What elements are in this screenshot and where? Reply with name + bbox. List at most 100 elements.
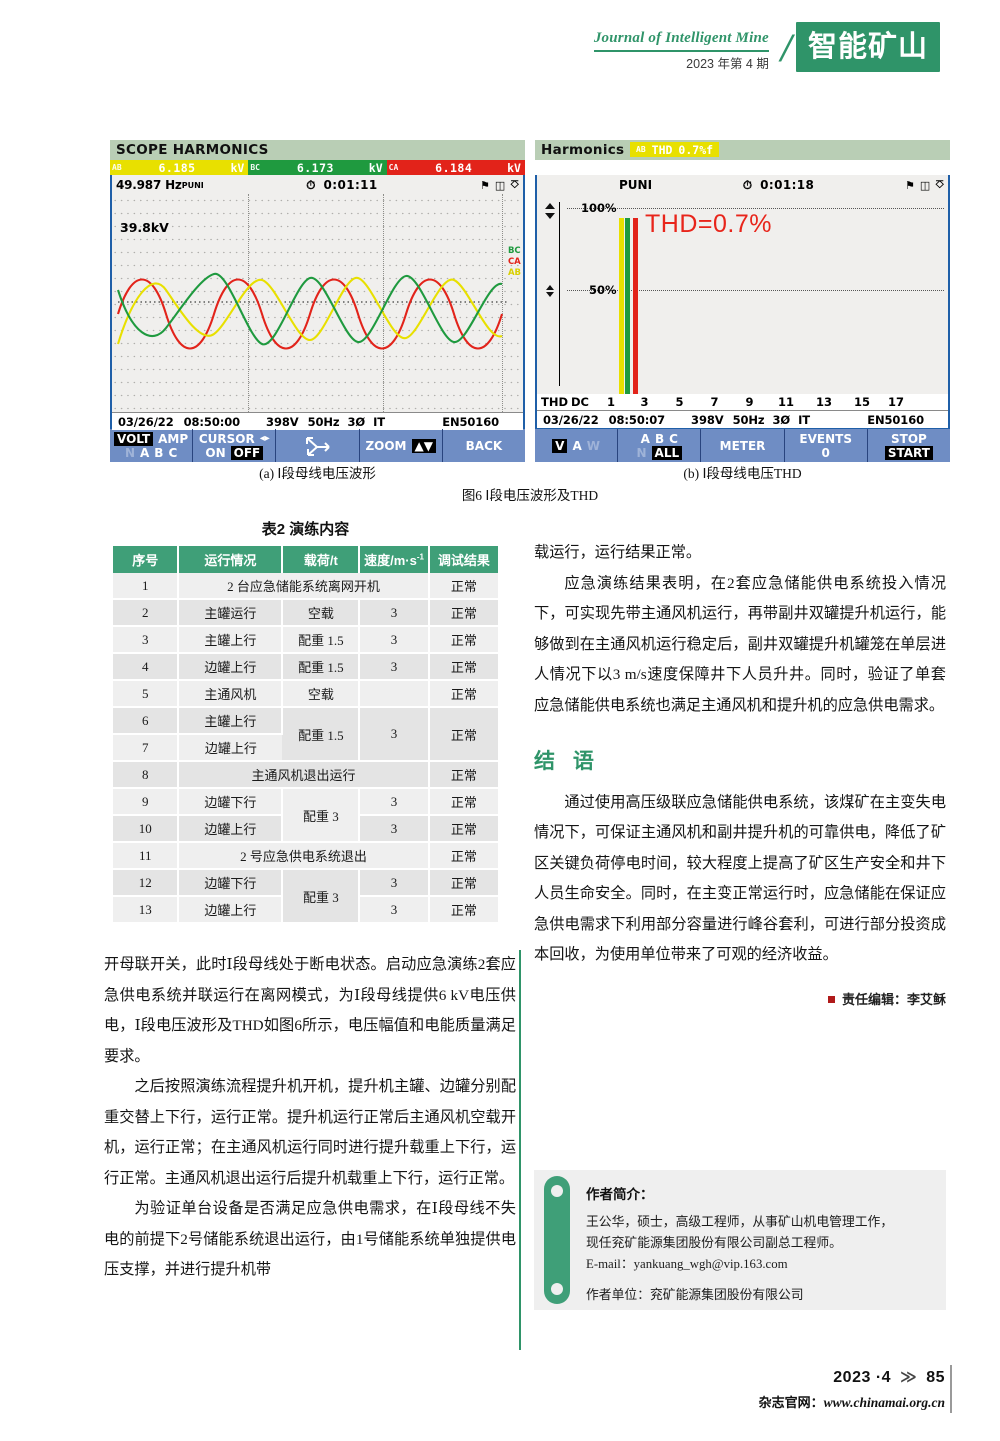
cell-speed: 3 — [359, 896, 430, 924]
softkey-phase-n: N — [636, 445, 647, 460]
cell-operation: 主罐运行 — [178, 599, 284, 627]
footer-site-line: 杂志官网：www.chinamai.org.cn — [759, 1392, 945, 1411]
harmonic-bar-1-bc — [625, 218, 630, 394]
phase-ca-value: 6.184 — [435, 160, 473, 175]
cell-no: 1 — [113, 573, 180, 600]
phase-bc-unit: kV — [368, 160, 383, 175]
softkey-phase-a: A — [640, 431, 650, 446]
softkey-cursor-on: ON — [205, 445, 226, 460]
waveform-plot: 39.8kV BC CA AB — [112, 194, 523, 412]
move-arrows-icon — [305, 436, 330, 456]
softkey-phase-c: C — [669, 431, 678, 446]
left-paragraph-2: 之后按照演练流程提升机开机，提升机主罐、边罐分别配重交替上下行，运行正常。提升机… — [104, 1078, 516, 1187]
figure-caption-main: 图6 Ⅰ段电压波形及THD — [461, 488, 599, 503]
status-time: 08:50:00 — [183, 414, 241, 429]
cell-no: 11 — [113, 842, 180, 870]
cell-load: 空载 — [282, 599, 361, 627]
softkey-zoom[interactable]: ZOOM ▲▼ — [360, 429, 443, 462]
phase-bc-tag: BC — [250, 163, 260, 172]
softkey-volt-amp[interactable]: VOLT AMP NABC — [110, 429, 194, 462]
waveform-phase-labels: BC CA AB — [508, 246, 521, 279]
frequency-reading: 49.987 Hz — [116, 178, 182, 192]
left-paragraph-3: 为验证单台设备是否满足应急供电需求，在Ⅰ段母线不失电的前提下2号储能系统退出运行… — [104, 1200, 516, 1278]
meter-right-topline: PUNI ⏱ 0:01:18 ⚑ ◫ ⎏ — [537, 175, 948, 194]
softkey-events[interactable]: EVENTS 0 — [785, 429, 868, 462]
softkey-stop-start[interactable]: STOP START — [868, 429, 950, 462]
editor-bullet-icon — [827, 995, 835, 1003]
flag-icon-right: ⚑ — [905, 178, 915, 192]
drill-content-table: 序号 运行情况 载荷/t 速度/m·s-1 调试结果 1 2 台应急储能系统离网… — [113, 546, 498, 924]
status-phase-right: 3Ø — [772, 412, 791, 427]
softkey-back[interactable]: BACK — [443, 429, 525, 462]
cell-operation: 边罐上行 — [178, 896, 284, 924]
cell-load: 配重 1.5 — [282, 653, 361, 681]
harmonic-bar-1-ab — [619, 218, 624, 394]
journal-title-en: Journal of Intelligent Mine — [593, 28, 769, 52]
cell-operation: 2 号应急供电系统退出 — [178, 842, 430, 870]
cell-operation: 主通风机 — [178, 680, 284, 708]
journal-issue: 2023 年第 4 期 — [686, 57, 769, 71]
footer-site-url[interactable]: www.chinamai.org.cn — [824, 1395, 945, 1410]
power-plug-icon-right: ⎏ — [935, 178, 944, 191]
cell-no: 6 — [113, 707, 180, 735]
waveform-label-ab: AB — [507, 268, 521, 278]
status-frequency: 50Hz — [307, 414, 340, 429]
status-system-right: IT — [798, 412, 810, 427]
softkey-move[interactable] — [276, 429, 360, 462]
three-phase-waveform — [116, 272, 508, 350]
softkey-phase-select[interactable]: ABC N ALL — [618, 429, 702, 462]
left-paragraph-1: 开母联开关，此时Ⅰ段母线处于断电状态。启动应急演练2套应急供电系统并联运行在离网… — [104, 956, 516, 1065]
left-text-column: 开母联开关，此时Ⅰ段母线处于断电状态。启动应急演练2套应急供电系统并联运行在离网… — [104, 950, 516, 1286]
phase-ab: AB 6.185 kV — [110, 160, 249, 175]
cell-operation: 2 台应急储能系统离网开机 — [178, 573, 430, 600]
responsible-editor: 责任编辑：李艾稣 — [534, 985, 946, 1016]
meter-left-status-bar: 03/26/22 08:50:00 398V 50Hz 3Ø IT EN5016… — [112, 412, 523, 430]
phase-ca: CA 6.184 kV — [386, 160, 525, 175]
status-standard-right: EN50160 — [867, 412, 924, 427]
battery-icon: ◫ — [494, 178, 506, 192]
cell-operation: 主罐上行 — [178, 707, 284, 735]
cell-no: 12 — [113, 869, 180, 897]
cell-no: 2 — [113, 599, 180, 627]
cell-no: 7 — [113, 734, 180, 762]
x-label-15: 15 — [853, 395, 870, 409]
status-voltage: 398V — [266, 414, 299, 429]
meter-left-softkeys: VOLT AMP NABC CURSOR ◂▸ ON OFF ZOOM ▲▼ B… — [110, 429, 525, 462]
status-system: IT — [373, 414, 385, 429]
status-time-right: 08:50:07 — [608, 412, 666, 427]
cell-result: 正常 — [428, 653, 498, 681]
cell-result: 正常 — [428, 680, 498, 708]
author-box-accent-bar — [544, 1176, 570, 1304]
running-head: Journal of Intelligent Mine 2023 年第 4 期 … — [0, 22, 1000, 92]
x-label-9: 9 — [745, 395, 754, 409]
table-row: 6 主罐上行 配重 1.5 3 正常 — [113, 707, 498, 762]
figure-caption-b: (b) Ⅰ段母线电压THD — [683, 466, 802, 481]
right-paragraph-2: 应急演练结果表明，在2套应急储能供电系统投入情况下，可实现先带主通风机运行，再带… — [534, 574, 946, 714]
softkey-vaw[interactable]: VAW — [535, 429, 619, 462]
meter-right-body: PUNI ⏱ 0:01:18 ⚑ ◫ ⎏ 100% 50% THD=0.7% T… — [535, 175, 950, 429]
cell-speed: 3 — [359, 707, 430, 762]
x-label-11: 11 — [777, 395, 794, 409]
footer-arrow-icon: ≫ — [900, 1369, 918, 1386]
softkey-meter[interactable]: METER — [701, 429, 785, 462]
softkey-b-label: B — [154, 445, 164, 460]
cell-operation: 主通风机退出运行 — [178, 761, 430, 789]
cell-result: 正常 — [428, 707, 498, 762]
softkey-amp-label: AMP — [158, 431, 189, 446]
cell-result: 正常 — [428, 761, 498, 789]
journal-logo-cn: 智能矿山 — [795, 22, 940, 72]
harmonics-x-axis-labels: THD DC 1 3 5 7 9 11 13 15 17 — [537, 394, 948, 410]
author-bio-box: 作者简介： 王公华，硕士，高级工程师，从事矿山机电管理工作， 现任兖矿能源集团股… — [534, 1170, 946, 1310]
table-row: 3 主罐上行 配重 1.5 3 正常 — [113, 626, 498, 654]
cell-operation: 边罐上行 — [178, 734, 283, 762]
flag-icon: ⚑ — [480, 178, 490, 192]
cell-operation: 边罐下行 — [178, 788, 284, 816]
th-no: 序号 — [113, 546, 180, 573]
softkey-events-label: EVENTS — [799, 431, 852, 446]
author-email[interactable]: E-mail：yankuang_wgh@vip.163.com — [586, 1254, 932, 1275]
softkey-cursor-label: CURSOR — [198, 431, 255, 446]
author-box-title: 作者简介： — [586, 1187, 654, 1202]
waveform-label-bc: BC — [507, 246, 521, 256]
softkey-cursor[interactable]: CURSOR ◂▸ ON OFF — [193, 429, 277, 462]
cell-result: 正常 — [428, 869, 498, 897]
